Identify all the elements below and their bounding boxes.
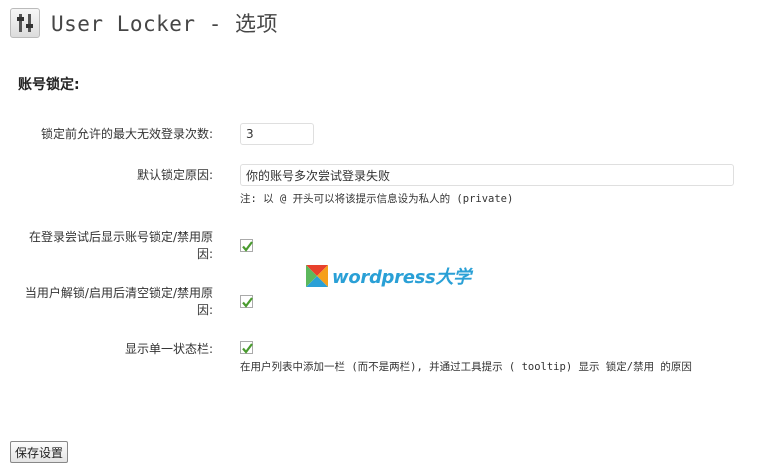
- single-status-checkbox[interactable]: [240, 341, 253, 354]
- default-reason-label: 默认锁定原因:: [136, 168, 213, 182]
- section-title: 账号锁定:: [18, 77, 80, 93]
- settings-sliders-icon: [10, 8, 40, 38]
- watermark: wordpress大学: [306, 263, 471, 289]
- checkmark-icon: [242, 343, 253, 354]
- clear-reason-checkbox[interactable]: [240, 295, 253, 308]
- show-reason-checkbox[interactable]: [240, 239, 253, 252]
- checkmark-icon: [242, 241, 253, 252]
- show-reason-label: 在登录尝试后显示账号锁定/禁用原因:: [28, 230, 213, 261]
- wordpress-daxue-logo-icon: [306, 265, 328, 287]
- single-status-label: 显示单一状态栏:: [124, 342, 213, 356]
- page-title: User Locker - 选项: [51, 12, 279, 36]
- save-settings-button[interactable]: 保存设置: [10, 441, 69, 463]
- clear-reason-label: 当用户解锁/启用后清空锁定/禁用原因:: [24, 286, 213, 317]
- default-reason-input[interactable]: [240, 164, 734, 186]
- single-status-note: 在用户列表中添加一栏 (而不是两栏), 并通过工具提示 ( tooltip) 显…: [240, 361, 692, 373]
- max-attempts-input[interactable]: [240, 123, 314, 145]
- checkmark-icon: [242, 297, 253, 308]
- default-reason-note: 注: 以 @ 开头可以将该提示信息设为私人的 (private): [240, 193, 514, 205]
- watermark-text: wordpress大学: [332, 267, 471, 288]
- page-header: User Locker - 选项: [10, 8, 278, 38]
- max-attempts-label: 锁定前允许的最大无效登录次数:: [40, 127, 213, 141]
